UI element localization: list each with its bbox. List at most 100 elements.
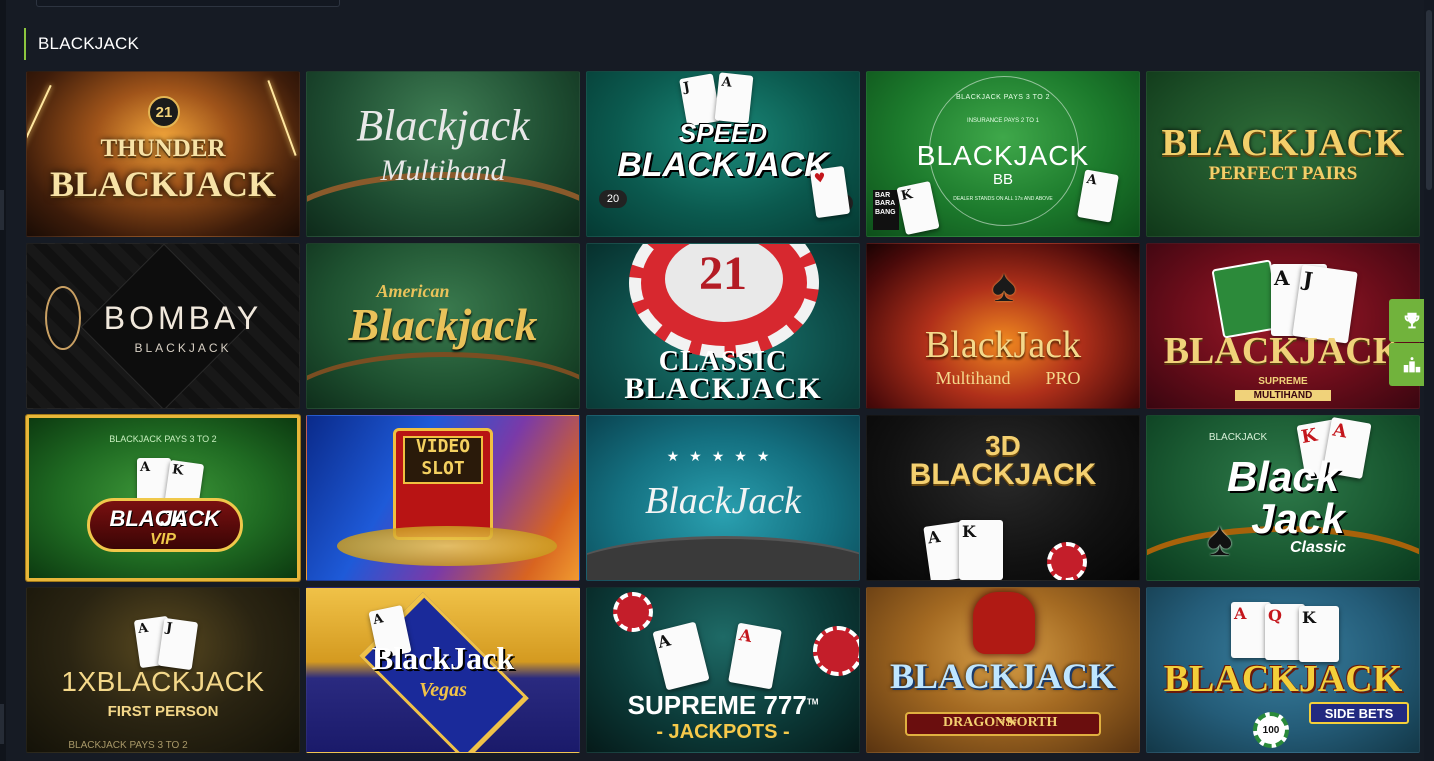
tile-badge: MULTIHAND [1235, 390, 1331, 401]
tile-title: American [376, 281, 450, 301]
game-tile-blackjack-classic-teal[interactable]: ★★★★★ BlackJack [586, 415, 860, 581]
game-tile-blackjack-side-bets[interactable]: A Q K BLACKJACK SIDE BETS 100 [1146, 587, 1420, 753]
tile-subtitle: SIDE BETS [1324, 706, 1394, 721]
spade-icon: ♠ [1207, 513, 1233, 566]
search-input[interactable] [36, 0, 340, 7]
tile-title-main: BLACKJACK [49, 164, 277, 204]
tile-title-main: Blackjack [348, 299, 538, 350]
playing-card: ♥ [809, 165, 851, 219]
tile-title: JACK [160, 506, 220, 531]
table-text: BLACKJACK PAYS 3 TO 2 [955, 94, 1051, 101]
tile-subtitle: Vegas [419, 679, 467, 701]
tile-subtitle: FIRST PERSON [107, 703, 219, 720]
thunder-badge: 21 [148, 96, 180, 128]
table-text: BLACKJACK PAYS 3 TO 2 [68, 740, 188, 751]
playing-card: A [714, 72, 754, 124]
stars-decoration: ★★★★★ [666, 448, 780, 464]
poker-chip [813, 626, 859, 676]
tile-subtitle: - JACKPOTS - [656, 721, 790, 743]
chip-value: 100 [1262, 724, 1280, 736]
tile-title: THUNDER [100, 135, 226, 162]
tile-title-main: BLACKJACK [624, 372, 822, 405]
table-text: BLACKJACK PAYS 3 TO 2 [109, 434, 217, 444]
game-tile-blackjack-multihand[interactable]: Blackjack Multihand [306, 71, 580, 237]
tile-subtitle: PERFECT PAIRS [1208, 163, 1358, 184]
game-tile-1xblackjack-first-person[interactable]: A J 1XBLACKJACK FIRST PERSON BLACKJACK P… [26, 587, 300, 753]
playing-card: A [728, 622, 782, 690]
tile-title-text: SUPREME 777 [627, 690, 807, 720]
poker-chip: 100 [1253, 712, 1289, 748]
tile-subtitle: NORTH [1006, 715, 1058, 730]
playing-card: K [896, 180, 940, 236]
scrollbar-thumb[interactable] [1426, 10, 1432, 190]
game-tile-blackjack-vip[interactable]: BLACKJACK PAYS 3 TO 2 A K BLACK JACK VIP [26, 415, 300, 581]
table-text: BLACKJACK [1208, 432, 1268, 443]
tile-title: VIDEO [415, 436, 471, 457]
game-tile-blackjack-dragons-of-the-north[interactable]: BLACKJACK DRAGONS of the NORTH [866, 587, 1140, 753]
dragon-illustration [973, 592, 1035, 654]
brand-logo: BAR BARA BANG [873, 190, 899, 230]
table-edge [587, 536, 859, 580]
trophy-icon [1404, 312, 1419, 328]
game-tile-blackjack-multihand-pro[interactable]: ♠ BlackJack Multihand PRO [866, 243, 1140, 409]
game-tile-bombay-blackjack[interactable]: BOMBAY BLACKJACK [26, 243, 300, 409]
game-grid: 21 THUNDER BLACKJACK Blackjack Multihand… [26, 71, 1420, 753]
game-tile-american-blackjack[interactable]: American Blackjack [306, 243, 580, 409]
tile-title: BlackJack [371, 640, 515, 676]
chip-number: 21 [699, 247, 747, 300]
game-tile-black-jack-classic[interactable]: BLACKJACK K A Black Jack Classic ♠ [1146, 415, 1420, 581]
tile-title: BlackJack [644, 480, 802, 522]
tile-title: BLACKJACK [1163, 330, 1403, 372]
game-tile-blackjack-bb[interactable]: BLACKJACK PAYS 3 TO 2 INSURANCE PAYS 2 T… [866, 71, 1140, 237]
tile-subtitle: Classic [1289, 539, 1347, 556]
tile-title: BLACKJACK [1161, 122, 1405, 164]
left-panel-edge [0, 0, 6, 761]
tile-title: BLACKJACK [889, 656, 1117, 696]
tile-title: 1XBLACKJACK [61, 666, 265, 697]
left-panel-handle-bottom[interactable] [0, 704, 4, 744]
tile-subtitle: SUPREME [1258, 376, 1308, 387]
left-panel-handle[interactable] [0, 190, 4, 230]
game-tile-thunder-blackjack[interactable]: 21 THUNDER BLACKJACK [26, 71, 300, 237]
section-header: BLACKJACK [24, 28, 139, 60]
tile-title: Blackjack [356, 101, 530, 150]
leaderboard-icon [1403, 356, 1420, 372]
game-tile-speed-blackjack[interactable]: J A SPEED BLACKJACK 20 17 ♥ [586, 71, 860, 237]
tile-title: SUPREME 777TM [587, 692, 859, 718]
tile-badge: VIP [150, 531, 176, 548]
game-tile-video-slot[interactable]: VIDEO SLOT [306, 415, 580, 581]
table-rail [307, 352, 579, 408]
playing-card: K [1299, 606, 1339, 662]
tile-subtitle: Multihand [380, 154, 506, 187]
game-tile-blackjack-perfect-pairs[interactable]: BLACKJACK PERFECT PAIRS [1146, 71, 1420, 237]
playing-card: A [652, 621, 710, 691]
tile-badge: PRO [1045, 368, 1081, 388]
playing-card: J [157, 617, 199, 671]
tile-subtitle: BLACKJACK [134, 341, 232, 355]
game-tile-blackjack-supreme-multihand[interactable]: A J BLACKJACK SUPREME MULTIHAND [1146, 243, 1420, 409]
poker-chip [613, 592, 653, 632]
tile-title: SPEED [678, 118, 768, 148]
tile-title: Black [1226, 453, 1340, 500]
thunder-badge-number: 21 [155, 103, 173, 121]
game-tile-blackjack-vegas[interactable]: A BlackJack Vegas [306, 587, 580, 753]
score-badge: 20 [599, 190, 627, 208]
tile-title: 3D [985, 430, 1021, 461]
game-tile-3d-blackjack[interactable]: 3D BLACKJACK A K [866, 415, 1140, 581]
game-tile-supreme-777-jackpots[interactable]: A A SUPREME 777TM - JACKPOTS - [586, 587, 860, 753]
tile-title: SLOT [421, 458, 465, 479]
playing-card: A [1077, 169, 1119, 223]
playing-card: K [959, 520, 1003, 580]
tile-title: BlackJack [924, 324, 1082, 366]
tile-title: BLACKJACK [1163, 658, 1403, 700]
page: BLACKJACK 21 THUNDER BLACKJACK Blackjack… [0, 0, 1434, 761]
tile-title: BOMBAY [103, 300, 263, 336]
section-title: BLACKJACK [38, 34, 140, 53]
score-value: 20 [606, 193, 620, 205]
game-tile-classic-blackjack[interactable]: 21 CLASSIC BLACKJACK [586, 243, 860, 409]
table-text: INSURANCE PAYS 2 TO 1 [967, 118, 1039, 124]
spade-icon: ♠ [991, 259, 1017, 311]
tile-title: BLACKJACK [916, 140, 1090, 171]
poker-chip [1047, 542, 1087, 580]
trademark: TM [806, 697, 819, 707]
